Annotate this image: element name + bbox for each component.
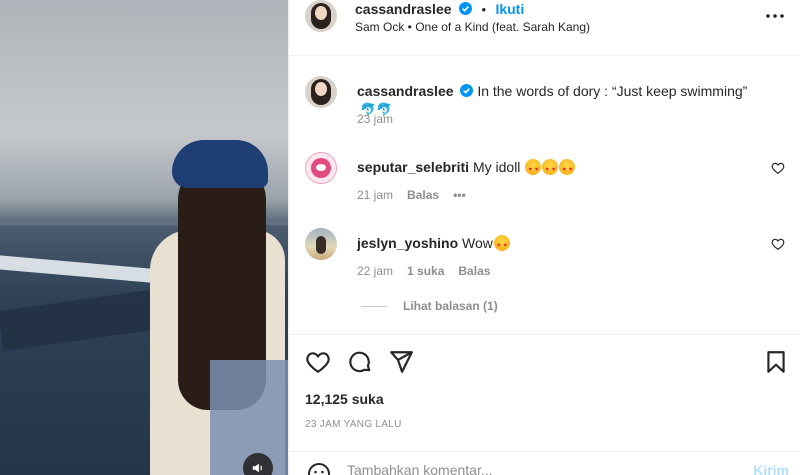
author-username[interactable]: cassandraslee [355, 1, 452, 17]
verified-badge-icon [460, 84, 474, 97]
follow-button[interactable]: Ikuti [495, 1, 524, 17]
caption-time[interactable]: 23 jam [357, 112, 393, 126]
share-send-icon[interactable] [388, 349, 414, 375]
comment-username[interactable]: jeslyn_yoshino [357, 235, 458, 251]
heart-eyes-emoji-icon [542, 159, 559, 179]
commenter-avatar[interactable] [305, 228, 337, 260]
caption-username[interactable]: cassandraslee [357, 83, 454, 99]
author-avatar[interactable] [305, 0, 337, 32]
comment-options-button[interactable]: ••• [453, 188, 466, 202]
add-comment-bar: Kirim [289, 451, 800, 475]
like-comment-heart-icon[interactable] [771, 237, 785, 251]
caption: cassandraslee In the words of dory : “Ju… [305, 76, 785, 132]
post-dialog: cassandraslee • Ikuti Sam Ock • One of a… [0, 0, 800, 475]
post-header: cassandraslee • Ikuti Sam Ock • One of a… [289, 0, 800, 56]
speaker-icon [252, 463, 262, 473]
more-options-icon[interactable] [765, 8, 785, 24]
view-replies-button[interactable]: Lihat balasan (1) [403, 299, 498, 313]
like-comment-heart-icon[interactable] [771, 161, 785, 175]
comment-username[interactable]: seputar_selebriti [357, 159, 469, 175]
comment-input[interactable] [347, 462, 727, 475]
comment-likes[interactable]: 1 suka [407, 264, 444, 278]
comment-time[interactable]: 22 jam [357, 264, 393, 278]
boat-rail [0, 254, 161, 284]
likes-count[interactable]: 12,125 suka [305, 391, 384, 407]
reply-button[interactable]: Balas [407, 188, 439, 202]
reply-button[interactable]: Balas [458, 264, 490, 278]
commenter-avatar[interactable] [305, 152, 337, 184]
comment-text: My idoll [472, 159, 521, 175]
post-actions: 12,125 suka 23 JAM YANG LALU Kirim [289, 334, 800, 475]
emoji-smile-icon[interactable] [307, 462, 331, 475]
save-bookmark-icon[interactable] [763, 349, 789, 375]
audio-track[interactable]: Sam Ock • One of a Kind (feat. Sarah Kan… [355, 20, 590, 34]
comment-item: jeslyn_yoshino Wow 22 jam 1 suka Balas [305, 228, 785, 288]
comment-time[interactable]: 21 jam [357, 188, 393, 202]
blue-scarf [172, 140, 268, 188]
heart-eyes-emoji-icon [559, 159, 576, 179]
caption-avatar[interactable] [305, 76, 337, 108]
like-heart-icon[interactable] [305, 349, 331, 375]
heart-eyes-emoji-icon [493, 235, 510, 255]
mute-toggle-button[interactable] [243, 453, 273, 475]
post-panel: cassandraslee • Ikuti Sam Ock • One of a… [288, 0, 800, 475]
post-timestamp[interactable]: 23 JAM YANG LALU [305, 419, 402, 430]
comment-bubble-icon[interactable] [347, 349, 373, 375]
heart-eyes-emoji-icon [525, 159, 542, 179]
comment-text: Wow [462, 235, 493, 251]
separator-dot: • [481, 2, 486, 17]
verified-badge-icon [458, 2, 472, 15]
post-comment-button[interactable]: Kirim [753, 462, 789, 475]
replies-divider [361, 306, 387, 307]
comment-item: seputar_selebriti My idoll 21 jam Balas … [305, 152, 785, 212]
boat-edge [0, 289, 163, 351]
caption-text: In the words of dory : “Just keep swimmi… [477, 83, 748, 99]
post-video[interactable] [0, 0, 288, 475]
